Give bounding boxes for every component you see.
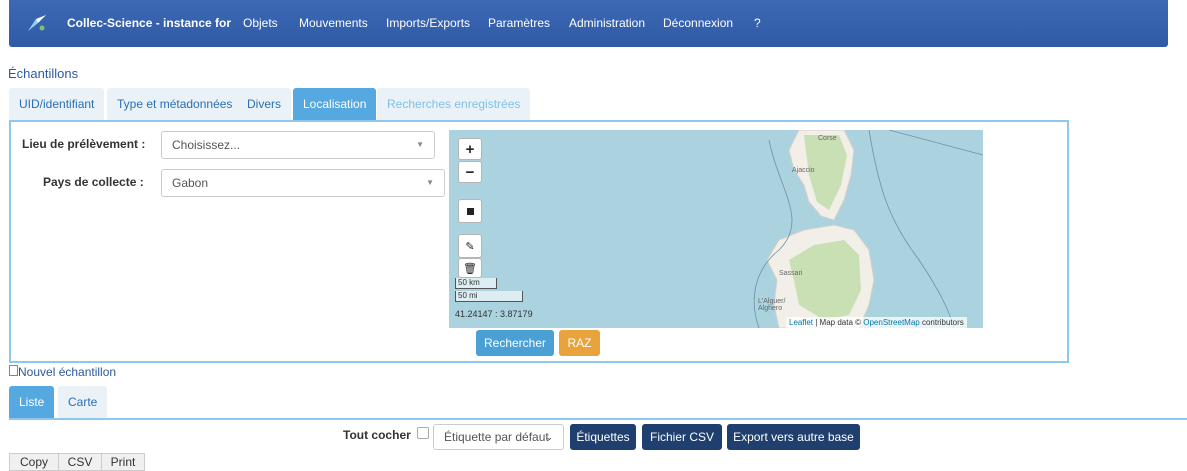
- tabs-divider: [9, 418, 1187, 420]
- lieu-select[interactable]: Choisissez... ▼: [161, 131, 435, 159]
- new-sample-link[interactable]: Nouvel échantillon: [18, 365, 116, 379]
- pays-select[interactable]: Gabon ▼: [161, 169, 445, 197]
- label-type-value: Étiquette par défaut: [444, 430, 549, 444]
- tab-uid[interactable]: UID/identifiant: [9, 88, 105, 120]
- nav-deconnexion[interactable]: Déconnexion: [663, 16, 733, 30]
- lieu-select-value: Choisissez...: [172, 138, 241, 152]
- pays-label: Pays de collecte :: [43, 175, 144, 189]
- tab-type-metadata[interactable]: Type et métadonnées: [107, 88, 243, 120]
- nav-help[interactable]: ?: [754, 16, 761, 30]
- attribution-tail: contributors: [919, 318, 964, 327]
- map-label-sassari: Sassari: [779, 270, 803, 277]
- nav-parametres[interactable]: Paramètres: [488, 16, 550, 30]
- nav-objets[interactable]: Objets: [243, 16, 278, 30]
- map-label-ajaccio: Ajaccio: [792, 167, 815, 174]
- app-logo-icon[interactable]: [26, 13, 48, 33]
- app-brand[interactable]: Collec-Science - instance for: [67, 16, 231, 30]
- new-document-icon: [9, 365, 18, 376]
- check-all-checkbox[interactable]: [417, 427, 429, 439]
- csv-button[interactable]: CSV: [58, 453, 102, 471]
- map-tiles: [753, 130, 983, 328]
- export-button[interactable]: Export vers autre base: [727, 424, 860, 450]
- print-button[interactable]: Print: [101, 453, 145, 471]
- navbar: Collec-Science - instance for Objets Mou…: [9, 0, 1168, 47]
- attribution-text: | Map data ©: [813, 318, 864, 327]
- tab-saved-searches[interactable]: Recherches enregistrées: [377, 88, 531, 120]
- osm-link[interactable]: OpenStreetMap: [863, 318, 919, 327]
- labels-button[interactable]: Étiquettes: [570, 424, 636, 450]
- nav-imports-exports[interactable]: Imports/Exports: [386, 16, 470, 30]
- nav-mouvements[interactable]: Mouvements: [299, 16, 368, 30]
- map-label-corse: Corse: [818, 135, 837, 142]
- chevron-down-icon: ▼: [426, 178, 434, 187]
- search-button[interactable]: Rechercher: [476, 330, 554, 356]
- tab-localisation[interactable]: Localisation: [293, 88, 377, 120]
- zoom-in-button[interactable]: +: [458, 138, 482, 160]
- map-view[interactable]: [449, 130, 983, 328]
- tab-liste[interactable]: Liste: [9, 386, 55, 418]
- copy-button[interactable]: Copy: [9, 453, 59, 471]
- reset-button[interactable]: RAZ: [559, 330, 600, 356]
- label-type-select[interactable]: Étiquette par défaut ⌄: [433, 424, 564, 450]
- tab-carte[interactable]: Carte: [58, 386, 108, 418]
- chevron-down-icon: ▼: [416, 140, 424, 149]
- scale-km: 50 km: [455, 278, 497, 289]
- zoom-out-button[interactable]: −: [458, 161, 482, 183]
- chevron-down-icon: ⌄: [545, 432, 553, 442]
- leaflet-link[interactable]: Leaflet: [789, 318, 813, 327]
- map-coordinates: 41.24147 : 3.87179: [455, 309, 533, 319]
- scale-mi: 50 mi: [455, 291, 523, 302]
- check-all-label: Tout cocher: [343, 428, 411, 442]
- nav-administration[interactable]: Administration: [569, 16, 645, 30]
- map-attribution: Leaflet | Map data © OpenStreetMap contr…: [786, 317, 967, 328]
- csv-file-button[interactable]: Fichier CSV: [642, 424, 722, 450]
- stop-square-icon[interactable]: [458, 199, 482, 223]
- edit-icon[interactable]: ✎: [458, 234, 482, 258]
- pays-select-value: Gabon: [172, 176, 209, 190]
- tab-divers[interactable]: Divers: [237, 88, 292, 120]
- lieu-label: Lieu de prélèvement :: [22, 137, 146, 151]
- map-label-alghero: Alghero: [758, 305, 783, 312]
- map-label-alguer: L'Alguer/: [758, 298, 786, 305]
- page-title: Échantillons: [8, 66, 79, 81]
- trash-icon[interactable]: 🗑: [458, 258, 482, 278]
